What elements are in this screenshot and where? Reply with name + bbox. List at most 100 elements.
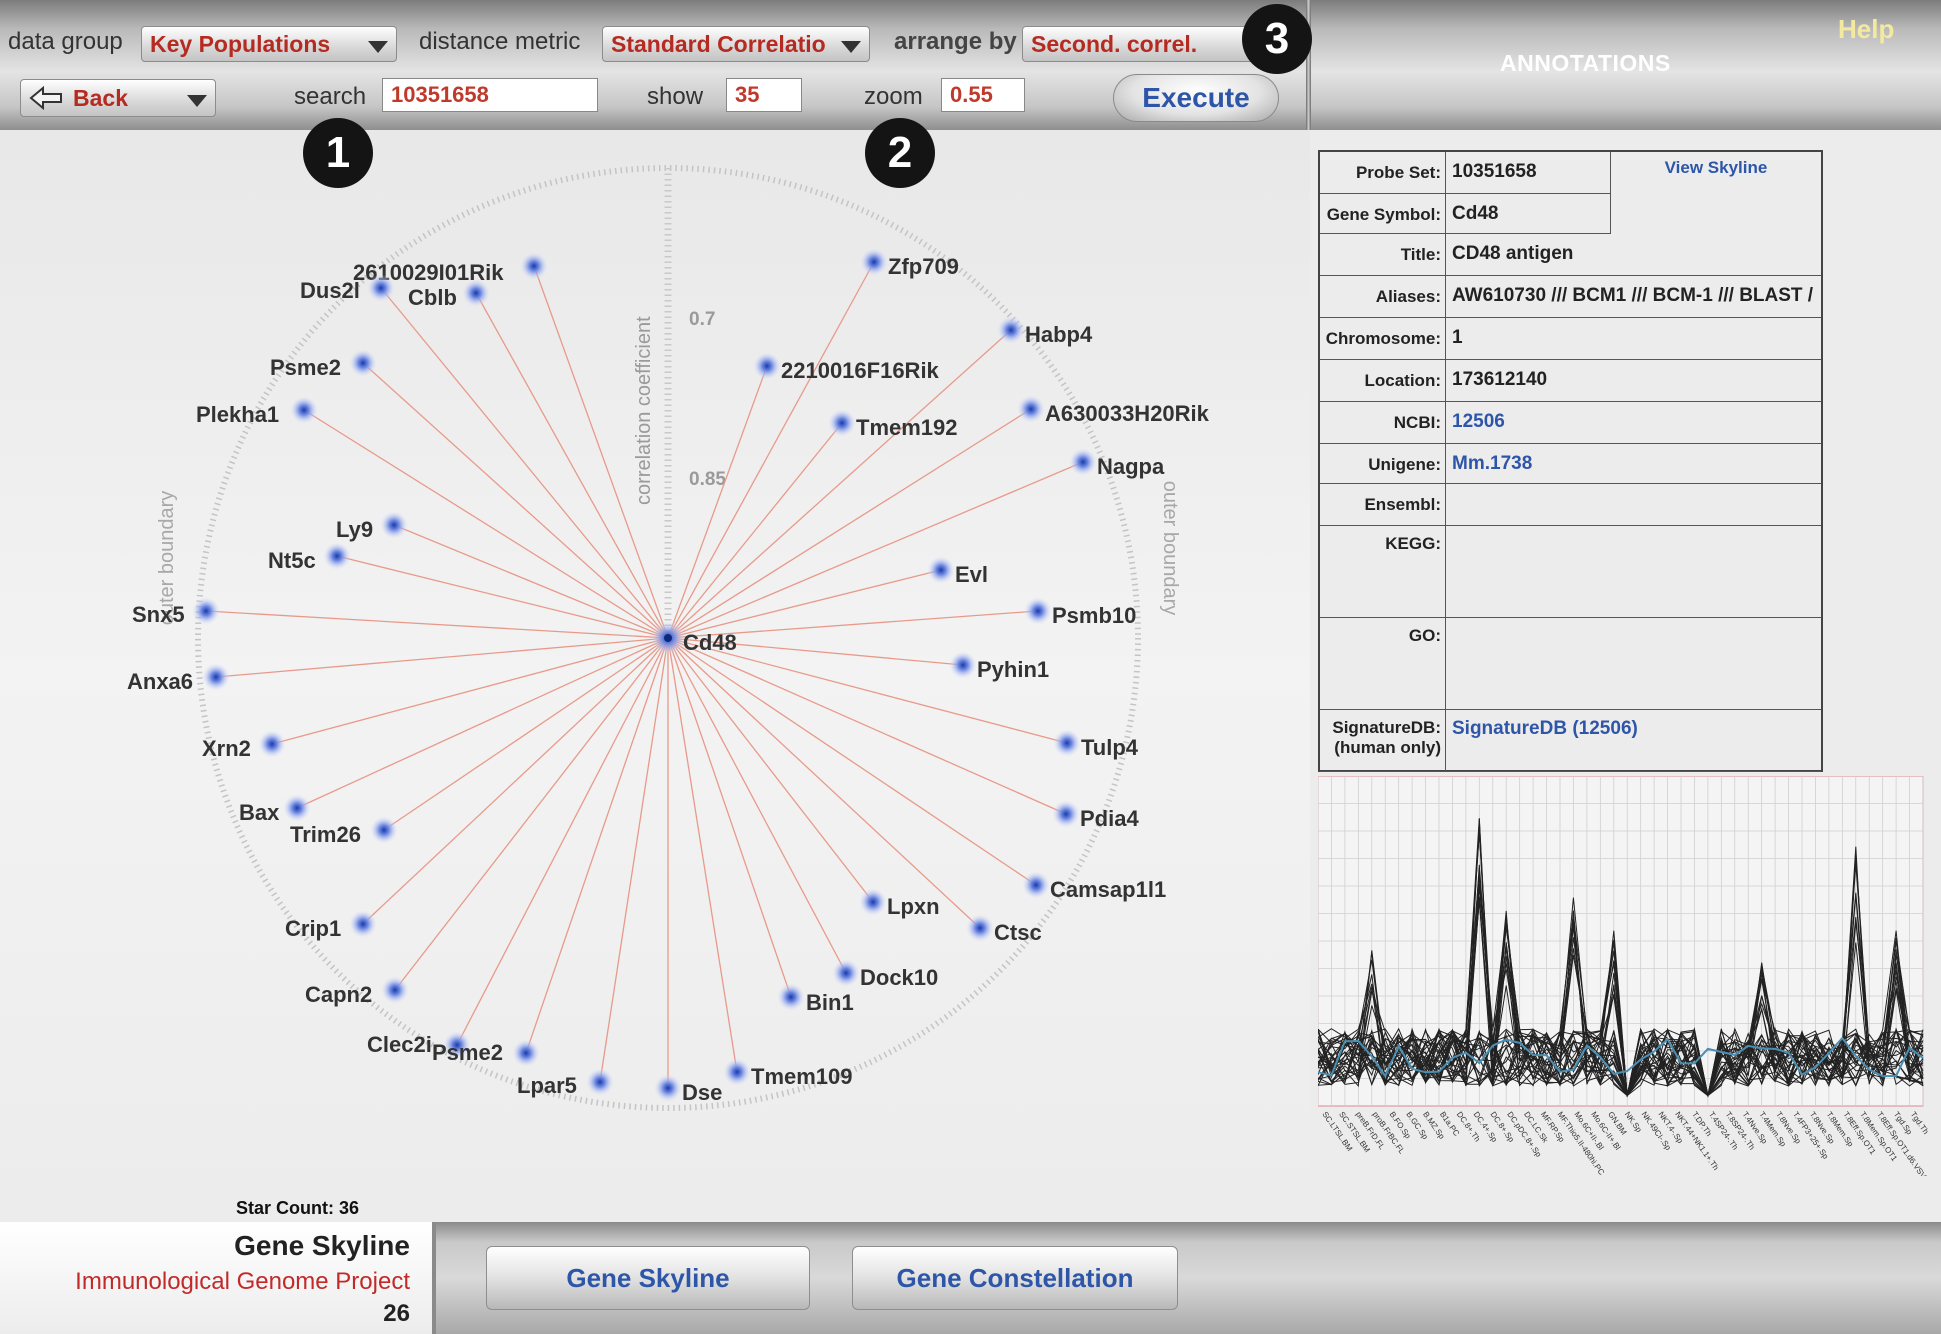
gene-label[interactable]: Nt5c (268, 548, 316, 573)
data-group-dropdown[interactable]: Key Populations (141, 26, 397, 62)
gene-label[interactable]: Crip1 (285, 916, 341, 941)
zoom-input[interactable] (941, 78, 1025, 112)
constellation-graph[interactable]: 0.7 0.85 correlation coefficient outer b… (0, 130, 1310, 1220)
gene-label[interactable]: Anxa6 (127, 669, 193, 694)
view-skyline-link[interactable]: View Skyline (1610, 152, 1821, 234)
gene-node[interactable] (520, 252, 548, 280)
gene-label[interactable]: Habp4 (1025, 322, 1093, 347)
gene-node[interactable] (370, 816, 398, 844)
annotation-key: Gene Symbol: (1320, 194, 1446, 233)
gene-label[interactable]: Plekha1 (196, 402, 279, 427)
gene-label[interactable]: Bin1 (806, 990, 854, 1015)
search-input[interactable] (382, 78, 598, 112)
gene-node[interactable] (462, 279, 490, 307)
chevron-down-icon (187, 95, 207, 107)
annotations-table: View Skyline Probe Set: 10351658 Gene Symb… (1318, 150, 1823, 772)
gene-label[interactable]: 2210016F16Rik (781, 358, 940, 383)
gene-label[interactable]: Tmem109 (751, 1064, 853, 1089)
annotation-link[interactable]: SignatureDB (12506) (1448, 710, 1817, 779)
callout-3: 3 (1242, 4, 1312, 74)
gene-node[interactable] (323, 542, 351, 570)
gene-node[interactable] (1024, 597, 1052, 625)
gene-label[interactable]: Trim26 (290, 822, 361, 847)
gene-node[interactable] (753, 352, 781, 380)
gene-label[interactable]: Zfp709 (888, 254, 959, 279)
gene-node[interactable] (349, 349, 377, 377)
gene-label[interactable]: Lpxn (887, 894, 940, 919)
gene-label[interactable]: Lpar5 (517, 1073, 577, 1098)
gene-node[interactable] (1017, 395, 1045, 423)
gene-node[interactable] (290, 396, 318, 424)
gene-node[interactable] (1022, 871, 1050, 899)
back-button[interactable]: Back (20, 79, 216, 117)
annotation-value (1448, 618, 1817, 715)
gene-node[interactable] (202, 663, 230, 691)
gene-label[interactable]: Pyhin1 (977, 657, 1049, 682)
annotation-key-text: Location: (1364, 371, 1442, 390)
gene-label[interactable]: Cblb (408, 285, 457, 310)
gene-node[interactable] (777, 983, 805, 1011)
gene-node[interactable] (1069, 448, 1097, 476)
show-input[interactable] (726, 78, 802, 112)
gene-node[interactable] (381, 976, 409, 1004)
gene-node[interactable] (859, 888, 887, 916)
distance-metric-dropdown[interactable]: Standard Correlatio (602, 26, 870, 62)
gene-label[interactable]: Psme2 (432, 1040, 503, 1065)
gene-node[interactable] (949, 651, 977, 679)
gene-node[interactable] (828, 409, 856, 437)
gene-label[interactable]: A630033H20Rik (1045, 401, 1210, 426)
arrange-by-dropdown[interactable]: Second. correl. (1022, 26, 1258, 62)
gene-node[interactable] (1053, 729, 1081, 757)
gene-node[interactable] (367, 274, 395, 302)
gene-label[interactable]: Dock10 (860, 965, 938, 990)
gene-skyline-button[interactable]: Gene Skyline (486, 1246, 810, 1310)
gene-label[interactable]: Pdia4 (1080, 806, 1139, 831)
gene-label[interactable]: Psmb10 (1052, 603, 1136, 628)
gene-label[interactable]: Xrn2 (202, 736, 251, 761)
annotation-key-text: Aliases: (1375, 287, 1441, 306)
gene-label[interactable]: Dse (682, 1080, 722, 1105)
arrange-by-label: arrange by (894, 28, 1017, 55)
gene-node[interactable] (1052, 800, 1080, 828)
execute-button[interactable]: Execute (1113, 74, 1279, 122)
gene-node[interactable] (723, 1058, 751, 1086)
back-arrow-icon (29, 86, 62, 110)
center-gene-label: Cd48 (683, 630, 737, 655)
gene-node[interactable] (832, 959, 860, 987)
annotation-key: GO: (1320, 618, 1446, 709)
annotation-key-text: GO: (1408, 626, 1441, 645)
gene-node[interactable] (283, 794, 311, 822)
gene-label[interactable]: Tulp4 (1081, 735, 1139, 760)
gene-node[interactable] (966, 914, 994, 942)
help-link[interactable]: Help (1838, 14, 1894, 45)
gene-label[interactable]: Tmem192 (856, 415, 958, 440)
gene-label[interactable]: Camsap1l1 (1050, 877, 1166, 902)
gene-constellation-button[interactable]: Gene Constellation (852, 1246, 1178, 1310)
gene-node[interactable] (927, 556, 955, 584)
gene-label[interactable]: Capn2 (305, 982, 372, 1007)
gene-label[interactable]: Bax (239, 800, 280, 825)
gene-node[interactable] (380, 511, 408, 539)
gene-label[interactable]: Ctsc (994, 920, 1042, 945)
gene-label[interactable]: Nagpa (1097, 454, 1165, 479)
gene-label[interactable]: Psme2 (270, 355, 341, 380)
gene-label[interactable]: Evl (955, 562, 988, 587)
axis-label: correlation coefficient (633, 316, 655, 505)
gene-node[interactable] (586, 1068, 614, 1096)
gene-label[interactable]: Clec2i (367, 1032, 432, 1057)
gene-label[interactable]: Dus2l (300, 278, 360, 303)
gene-node[interactable] (654, 1074, 682, 1102)
skyline-chart[interactable]: SC.LTSL.BMSC.STSL.BMpreB.FrD.FLproB.FrBC… (1318, 776, 1928, 1176)
gene-node[interactable] (997, 316, 1025, 344)
gene-node[interactable] (258, 730, 286, 758)
gene-label[interactable]: Ly9 (336, 517, 373, 542)
gene-node[interactable] (192, 597, 220, 625)
gene-node[interactable] (512, 1039, 540, 1067)
annotation-key-text: Title: (1400, 245, 1441, 264)
gene-label[interactable]: Snx5 (132, 602, 185, 627)
edge-line (215, 637, 669, 678)
annotation-key-text: SignatureDB: (1332, 718, 1441, 737)
gene-node[interactable] (349, 910, 377, 938)
gene-node[interactable] (860, 248, 888, 276)
annotation-key: Location: (1320, 360, 1446, 401)
